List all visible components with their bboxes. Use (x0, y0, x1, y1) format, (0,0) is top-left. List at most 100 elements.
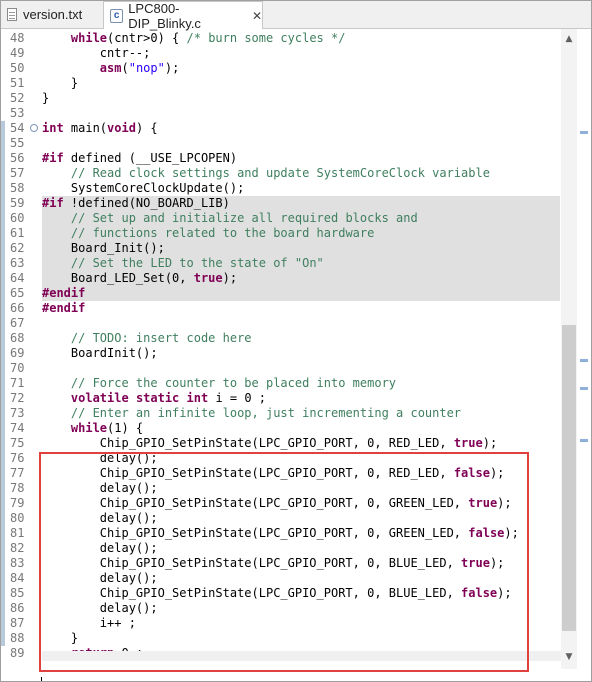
code-line[interactable]: 53 (1, 106, 561, 121)
code-text: Chip_GPIO_SetPinState(LPC_GPIO_PORT, 0, … (42, 436, 497, 451)
code-line[interactable]: 48 while(cntr>0) { /* burn some cycles *… (1, 31, 561, 46)
code-line[interactable]: 63 // Set the LED to the state of "On" (1, 256, 561, 271)
code-token: Board_Init(); (42, 241, 165, 255)
code-line[interactable]: 73 // Enter an infinite loop, just incre… (1, 406, 561, 421)
code-token: ); (222, 271, 238, 285)
code-line[interactable]: 55 (1, 136, 561, 151)
horizontal-scrollbar[interactable] (42, 651, 561, 661)
code-token: true (461, 556, 490, 570)
code-line[interactable]: 78 delay(); (1, 481, 561, 496)
change-marker (1, 256, 5, 271)
code-text: } (42, 91, 49, 106)
code-text: delay(); (42, 481, 158, 496)
code-line[interactable]: 77 Chip_GPIO_SetPinState(LPC_GPIO_PORT, … (1, 466, 561, 481)
code-token: ); (164, 61, 180, 75)
code-token: Chip_GPIO_SetPinState(LPC_GPIO_PORT, 0, … (42, 526, 469, 540)
code-text: // functions related to the board hardwa… (42, 226, 374, 241)
line-number: 77 (10, 466, 25, 480)
code-token: true (453, 436, 483, 450)
code-token: asm (99, 61, 122, 75)
code-line[interactable]: 50 asm("nop"); (1, 61, 561, 76)
code-line[interactable]: 58 SystemCoreClockUpdate(); (1, 181, 561, 196)
code-line[interactable]: 86 delay(); (1, 601, 561, 616)
code-token: "nop" (128, 61, 165, 75)
code-line[interactable]: 56 #if defined (__USE_LPCOPEN) (1, 151, 561, 166)
code-token: #if (42, 196, 64, 210)
code-line[interactable]: 79 Chip_GPIO_SetPinState(LPC_GPIO_PORT, … (1, 496, 561, 511)
code-editor[interactable]: 48 while(cntr>0) { /* burn some cycles *… (1, 29, 591, 681)
code-line[interactable]: 87 i++ ; (1, 616, 561, 631)
scroll-up-arrow-icon[interactable]: ▲ (561, 31, 577, 47)
vertical-scrollbar[interactable]: ▲ ▼ (561, 29, 577, 669)
line-number: 79 (10, 496, 25, 510)
code-line[interactable]: 59 #if !defined(NO_BOARD_LIB) (1, 196, 561, 211)
code-token: #endif (42, 286, 86, 300)
change-marker (1, 151, 5, 166)
code-token: Chip_GPIO_SetPinState(LPC_GPIO_PORT, 0, … (42, 556, 462, 570)
code-line[interactable]: 88 } (1, 631, 561, 646)
tab-version-txt[interactable]: version.txt (1, 1, 101, 27)
code-line[interactable]: 70 (1, 361, 561, 376)
code-token: main( (63, 121, 108, 135)
change-marker (1, 166, 5, 181)
code-line[interactable]: 72 volatile static int i = 0 ; (1, 391, 561, 406)
code-token: i = 0 ; (208, 391, 267, 405)
overview-marker[interactable] (580, 439, 588, 442)
code-line[interactable]: 80 delay(); (1, 511, 561, 526)
code-line[interactable]: 76 delay(); (1, 451, 561, 466)
code-token: (1) { (107, 421, 144, 435)
code-line[interactable]: 64 Board_LED_Set(0, true); (1, 271, 561, 286)
overview-ruler[interactable] (577, 29, 591, 669)
line-number: 64 (10, 271, 25, 285)
scroll-down-arrow-icon[interactable]: ▼ (561, 649, 577, 665)
code-line[interactable]: 61 // functions related to the board har… (1, 226, 561, 241)
code-text: #if defined (__USE_LPCOPEN) (42, 151, 237, 166)
code-line[interactable]: 83 Chip_GPIO_SetPinState(LPC_GPIO_PORT, … (1, 556, 561, 571)
change-marker (1, 481, 5, 496)
change-marker (1, 286, 5, 301)
code-line[interactable]: 75 Chip_GPIO_SetPinState(LPC_GPIO_PORT, … (1, 436, 561, 451)
code-line[interactable]: 66 #endif (1, 301, 561, 316)
overview-marker[interactable] (580, 131, 588, 134)
code-text: SystemCoreClockUpdate(); (42, 181, 244, 196)
code-line[interactable]: 60 // Set up and initialize all required… (1, 211, 561, 226)
code-token: i++ ; (42, 616, 136, 630)
scrollbar-thumb[interactable] (562, 325, 576, 631)
code-line[interactable]: 68 // TODO: insert code here (1, 331, 561, 346)
code-line[interactable]: 65 #endif (1, 286, 561, 301)
code-line[interactable]: 67 (1, 316, 561, 331)
code-line[interactable]: 81 Chip_GPIO_SetPinState(LPC_GPIO_PORT, … (1, 526, 561, 541)
code-text: delay(); (42, 541, 158, 556)
code-line[interactable]: 74 while(1) { (1, 421, 561, 436)
code-token: while (70, 421, 108, 435)
overview-marker[interactable] (580, 359, 588, 362)
code-line[interactable]: 71 // Force the counter to be placed int… (1, 376, 561, 391)
code-line[interactable]: 57 // Read clock settings and update Sys… (1, 166, 561, 181)
overview-marker[interactable] (580, 387, 588, 390)
code-line[interactable]: 62 Board_Init(); (1, 241, 561, 256)
change-marker (1, 496, 5, 511)
code-text: Board_Init(); (42, 241, 165, 256)
code-line[interactable]: 54 int main(void) { (1, 121, 561, 136)
code-line[interactable]: 84 delay(); (1, 571, 561, 586)
inactive-code-highlight (42, 286, 560, 301)
tab-lpc800-dip-blinky-c[interactable]: c LPC800-DIP_Blinky.c ✕ (103, 1, 263, 31)
code-line[interactable]: 85 Chip_GPIO_SetPinState(LPC_GPIO_PORT, … (1, 586, 561, 601)
line-number: 84 (10, 571, 25, 585)
code-line[interactable]: 49 cntr--; (1, 46, 561, 61)
code-line[interactable]: 69 BoardInit(); (1, 346, 561, 361)
fold-toggle-icon[interactable] (30, 124, 38, 132)
code-token: } (42, 91, 50, 105)
change-marker (1, 391, 5, 406)
close-icon[interactable]: ✕ (252, 9, 262, 23)
code-line[interactable]: 51 } (1, 76, 561, 91)
change-marker (1, 631, 5, 646)
change-marker (1, 466, 5, 481)
code-line[interactable]: 52} (1, 91, 561, 106)
code-line[interactable]: 82 delay(); (1, 541, 561, 556)
code-token: #endif (42, 301, 86, 315)
